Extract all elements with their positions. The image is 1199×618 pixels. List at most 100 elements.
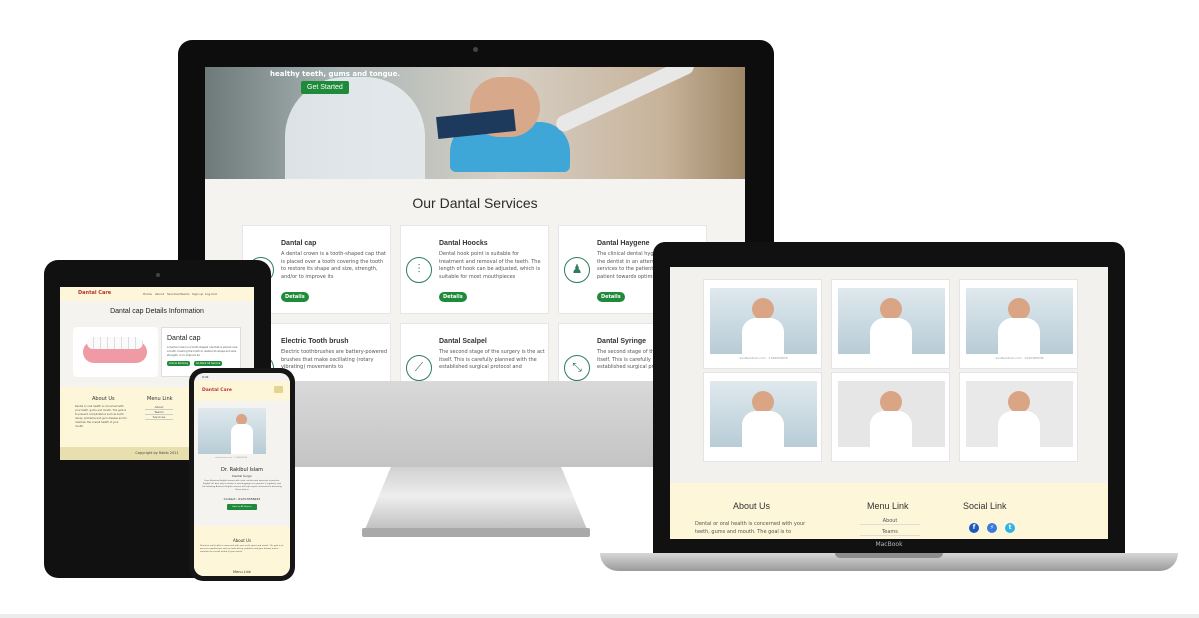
doctor-head: [880, 391, 902, 413]
doctor-photo: [710, 288, 817, 354]
online-booking-button[interactable]: Online Booking: [167, 361, 190, 366]
team-card[interactable]: [703, 372, 822, 462]
dental-hooks-icon: ⫶: [406, 257, 432, 283]
macbook-label: MacBook: [875, 541, 903, 548]
nav-logout[interactable]: Log Out: [205, 292, 217, 296]
card-title: Dantal cap: [167, 335, 201, 342]
team-card[interactable]: shutterstock.com · 1020385936: [959, 279, 1078, 369]
menu-title: Menu Link: [867, 501, 909, 511]
hero-text: healthy teeth, gums and tongue.: [270, 70, 401, 78]
service-name: Dantal Syringe: [597, 338, 647, 345]
nav-teams[interactable]: Teams: [180, 292, 190, 296]
macbook-notch: [835, 553, 943, 558]
brand-logo[interactable]: Dantal Care: [202, 388, 232, 393]
teeth-shape: [87, 337, 143, 349]
about-title: About Us: [92, 396, 115, 402]
facebook-icon[interactable]: f: [969, 523, 979, 533]
about-text: Dental or oral health is concerned with …: [75, 405, 127, 428]
hamburger-menu-icon[interactable]: [274, 386, 283, 393]
menu-title: Menu Link: [147, 396, 173, 402]
brand-logo[interactable]: Dantal Care: [78, 290, 111, 296]
twitter-icon[interactable]: t: [1005, 523, 1015, 533]
service-card: ⟋ Dantal Scalpel The second stage of the…: [400, 323, 549, 381]
doctor-coat: [231, 424, 253, 454]
iphone-screen: 9:41 Dantal Care shutterstock.com · 1768…: [194, 373, 290, 576]
about-title: About Us: [232, 538, 252, 543]
service-desc: Dental hook point is suitable for treatm…: [439, 251, 541, 280]
card-desc: A dental crown is a tooth-shaped cap tha…: [167, 346, 238, 357]
service-name: Dantal Scalpel: [439, 338, 487, 345]
doctor-coat: [998, 318, 1040, 354]
get-started-button[interactable]: Get Started: [301, 81, 349, 94]
social-title: Social Link: [963, 501, 1007, 511]
doctor-photo: [966, 381, 1073, 447]
scalpel-icon: ⟋: [406, 355, 432, 381]
hero-lamp: [553, 67, 697, 134]
photo-caption: shutterstock.com · 1020385936: [995, 356, 1044, 360]
go-back-button[interactable]: Go Back All Service: [194, 361, 223, 366]
service-desc: The second stage of the surgery is the a…: [439, 349, 545, 370]
doctor-head: [880, 298, 902, 320]
nav-about[interactable]: About: [155, 292, 164, 296]
nav-services[interactable]: Services: [167, 292, 180, 296]
back-to-doctors-button[interactable]: Back to All Doctors: [227, 504, 257, 510]
ipad-navbar: Dantal Care Home About Services Teams Si…: [60, 287, 254, 301]
menu-link-teams[interactable]: Teams: [860, 529, 920, 536]
syringe-icon: ⤡: [564, 355, 590, 381]
doctor-photo: [838, 381, 945, 447]
about-text: Dental or oral health is concerned with …: [200, 545, 284, 553]
menu-title: Menu Link: [233, 570, 251, 574]
apple-icon: [460, 414, 492, 450]
team-card[interactable]: shutterstock.com · 1768050878: [703, 279, 822, 369]
service-name: Dantal cap: [281, 240, 317, 247]
imac-stand: [365, 465, 587, 530]
doctor-name: Dr. Rakibul Islam: [220, 467, 264, 473]
doctor-head: [1008, 298, 1030, 320]
doctor-photo: [966, 288, 1073, 354]
doctor-role: Dental Surgn: [232, 474, 252, 478]
doctor-head: [752, 298, 774, 320]
service-desc: Electric toothbrushes are battery-powere…: [281, 349, 387, 370]
camera-icon: [473, 47, 478, 52]
about-title: About Us: [733, 501, 771, 511]
doctor-photo: [838, 288, 945, 354]
dental-cap-image: [73, 327, 158, 377]
photo-caption: shutterstock.com · 1768050878: [214, 457, 248, 459]
mockup-stage: healthy teeth, gums and tongue. Get Star…: [0, 0, 1199, 618]
status-time: 9:41: [202, 375, 209, 379]
about-text: Dental or oral health is concerned with …: [695, 521, 806, 535]
hygiene-icon: ♟: [564, 257, 590, 283]
doctor-coat: [742, 411, 784, 447]
messenger-icon[interactable]: ⚡: [987, 523, 997, 533]
menu-link-services[interactable]: Services: [145, 415, 173, 420]
team-card[interactable]: [831, 372, 950, 462]
divider: [0, 614, 1199, 618]
service-name: Dantal Haygene: [597, 240, 650, 247]
details-button[interactable]: Details: [439, 292, 467, 302]
camera-icon: [156, 273, 160, 277]
nav-signup[interactable]: Sign up: [192, 292, 203, 296]
doctor-photo: [198, 408, 266, 454]
doctor-head: [752, 391, 774, 413]
service-name: Dantal Hoocks: [439, 240, 488, 247]
iphone-navbar: Dantal Care: [194, 381, 290, 401]
doctor-desc: From Business English lessons with tests…: [202, 480, 282, 491]
menu-link-about[interactable]: About: [860, 518, 920, 525]
macbook-footer: About Us Dental or oral health is concer…: [670, 483, 1108, 539]
page-title: Dantal cap Details Information: [110, 308, 204, 315]
iphone-footer: About Us Dental or oral health is concer…: [194, 526, 290, 576]
photo-caption: shutterstock.com · 1768050878: [739, 356, 788, 360]
team-card[interactable]: [959, 372, 1078, 462]
details-button[interactable]: Details: [597, 292, 625, 302]
doctor-coat: [998, 411, 1040, 447]
macbook-screen: shutterstock.com · 1768050878 shuttersto…: [670, 267, 1108, 539]
details-button[interactable]: Details: [281, 292, 309, 302]
doctor-photo: [710, 381, 817, 447]
doctor-contact: Contact : 0123-5558222: [223, 497, 261, 501]
team-card[interactable]: [831, 279, 950, 369]
doctor-coat: [870, 318, 912, 354]
doctor-coat: [742, 318, 784, 354]
imac-base: [362, 528, 590, 537]
doctor-coat: [870, 411, 912, 447]
nav-home[interactable]: Home: [143, 292, 152, 296]
